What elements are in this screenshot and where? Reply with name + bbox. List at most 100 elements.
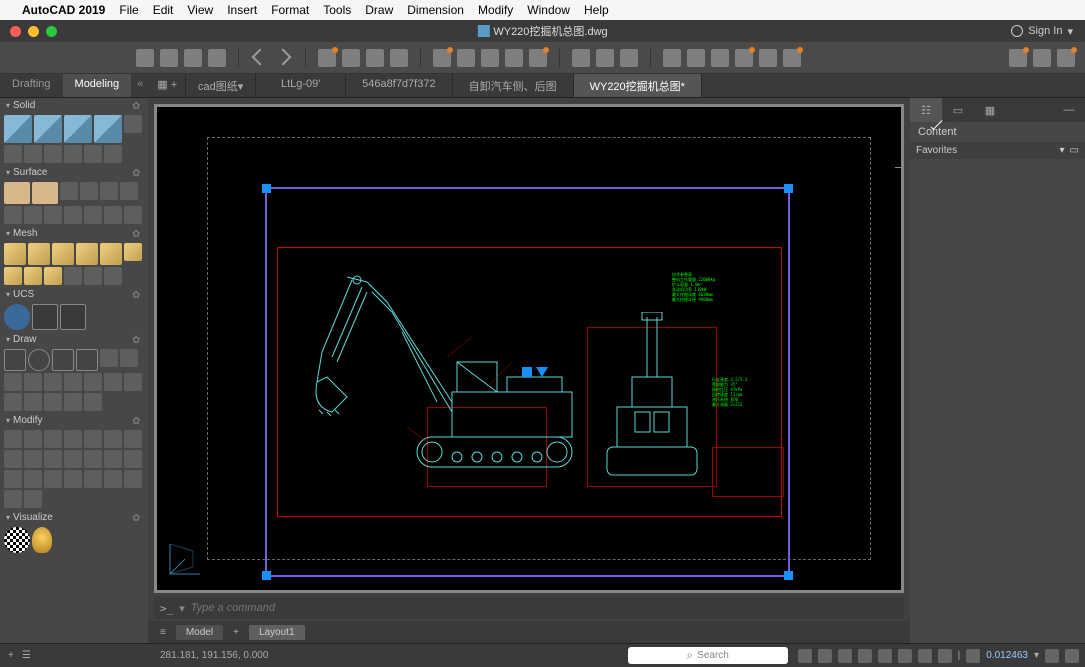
mesh-cyl-tool[interactable] [52, 243, 74, 265]
chevron-icon[interactable]: ▾ [179, 602, 185, 615]
mod-6[interactable] [104, 430, 122, 448]
draw-sm-12[interactable] [44, 393, 62, 411]
extrude-tool[interactable] [34, 115, 62, 143]
grid-toggle[interactable] [818, 649, 832, 663]
right-tool3-icon[interactable] [1057, 49, 1075, 67]
annotation-scale[interactable]: 0.012463 [986, 650, 1028, 661]
menu-edit[interactable]: Edit [153, 3, 174, 17]
lwt-toggle[interactable] [938, 649, 952, 663]
arc-tool[interactable] [76, 349, 98, 371]
mode-drafting[interactable]: Drafting [0, 74, 63, 97]
ucs-world-tool[interactable] [4, 304, 30, 330]
gear-icon[interactable] [132, 101, 142, 111]
mod-14[interactable] [124, 450, 142, 468]
mod-22[interactable] [4, 490, 22, 508]
solid-tool-b[interactable] [4, 145, 22, 163]
solid-tool-g[interactable] [104, 145, 122, 163]
sign-in-button[interactable]: Sign In ▾ [1011, 25, 1073, 38]
panel-close-icon[interactable]: ― [1053, 98, 1085, 122]
orbit-icon[interactable] [620, 49, 638, 67]
mod-15[interactable] [4, 470, 22, 488]
surf-sm-5[interactable] [4, 206, 22, 224]
line-tool[interactable] [4, 349, 26, 371]
draw-sm-8[interactable] [104, 373, 122, 391]
mesh-sm-6[interactable] [84, 267, 102, 285]
material-tool[interactable] [4, 527, 30, 553]
mod-10[interactable] [44, 450, 62, 468]
mod-21[interactable] [124, 470, 142, 488]
mod-12[interactable] [84, 450, 102, 468]
doc-tab-0[interactable]: LtLg-09' [256, 74, 346, 97]
surf-sm-7[interactable] [44, 206, 62, 224]
favorites-dropdown[interactable]: Favorites▾▭ [910, 142, 1085, 159]
mesh-sm-4[interactable] [44, 267, 62, 285]
gear-icon[interactable] [132, 513, 142, 523]
menu-file[interactable]: File [119, 3, 138, 17]
ortho-toggle[interactable] [838, 649, 852, 663]
status-menu-icon[interactable]: ☰ [22, 650, 31, 661]
mod-7[interactable] [124, 430, 142, 448]
mod-1[interactable] [4, 430, 22, 448]
draw-sm-11[interactable] [24, 393, 42, 411]
solid-tool-a[interactable] [124, 115, 142, 133]
surface-tool-a[interactable] [4, 182, 30, 204]
panel-expand-icon[interactable]: ▭ [1070, 145, 1079, 156]
section-mesh[interactable]: Mesh [0, 226, 148, 241]
mesh-sm-2[interactable] [4, 267, 22, 285]
grip-br[interactable] [784, 571, 793, 580]
surf-sm-3[interactable] [100, 182, 118, 200]
surf-sm-2[interactable] [80, 182, 98, 200]
page-setup-icon[interactable] [390, 49, 408, 67]
surf-sm-4[interactable] [120, 182, 138, 200]
mod-8[interactable] [4, 450, 22, 468]
redo-icon[interactable] [275, 49, 293, 67]
save-icon[interactable] [184, 49, 202, 67]
draw-sm-9[interactable] [124, 373, 142, 391]
draw-sm-5[interactable] [44, 373, 62, 391]
layer-combo[interactable]: cad图纸▾ [186, 74, 256, 97]
surf-sm-10[interactable] [104, 206, 122, 224]
grip-bl[interactable] [262, 571, 271, 580]
preview-icon[interactable] [342, 49, 360, 67]
folder-tab-icon[interactable]: ▭ [942, 98, 974, 122]
doc-tab-1[interactable]: 546a8f7d7f372 [346, 74, 452, 97]
zoom-window-button[interactable] [46, 26, 57, 37]
gear-icon[interactable] [132, 229, 142, 239]
grip-tl[interactable] [262, 184, 271, 193]
menu-insert[interactable]: Insert [227, 3, 257, 17]
mod-18[interactable] [64, 470, 82, 488]
command-input[interactable] [191, 602, 898, 614]
grip-tr[interactable] [784, 184, 793, 193]
sweep-tool[interactable] [64, 115, 92, 143]
pan-icon[interactable] [596, 49, 614, 67]
circle-tool[interactable] [28, 349, 50, 371]
surf-sm-8[interactable] [64, 206, 82, 224]
ucs-x-tool[interactable] [32, 304, 58, 330]
surface-tool-b[interactable] [32, 182, 58, 204]
layout1-tab[interactable]: Layout1 [249, 625, 305, 640]
osnap-toggle[interactable] [878, 649, 892, 663]
mesh-sm-1[interactable] [124, 243, 142, 261]
gear-icon[interactable] [132, 168, 142, 178]
add-layout-icon[interactable]: + [227, 625, 245, 640]
paste-icon[interactable] [481, 49, 499, 67]
section-draw[interactable]: Draw [0, 332, 148, 347]
cut-icon[interactable] [433, 49, 451, 67]
markup-icon[interactable] [783, 49, 801, 67]
draw-sm-1[interactable] [100, 349, 118, 367]
mod-19[interactable] [84, 470, 102, 488]
mesh-cone-tool[interactable] [76, 243, 98, 265]
menu-window[interactable]: Window [527, 3, 570, 17]
surf-sm-6[interactable] [24, 206, 42, 224]
mesh-torus-tool[interactable] [100, 243, 122, 265]
settings-gear-icon[interactable] [1065, 649, 1079, 663]
close-window-button[interactable] [10, 26, 21, 37]
right-tool2-icon[interactable] [1033, 49, 1051, 67]
content-tab-icon[interactable]: ☷ [910, 98, 942, 122]
menu-tools[interactable]: Tools [323, 3, 351, 17]
mesh-sphere-tool[interactable] [28, 243, 50, 265]
layer-icon[interactable] [572, 49, 590, 67]
saveas-icon[interactable] [208, 49, 226, 67]
draw-sm-6[interactable] [64, 373, 82, 391]
menu-format[interactable]: Format [271, 3, 309, 17]
